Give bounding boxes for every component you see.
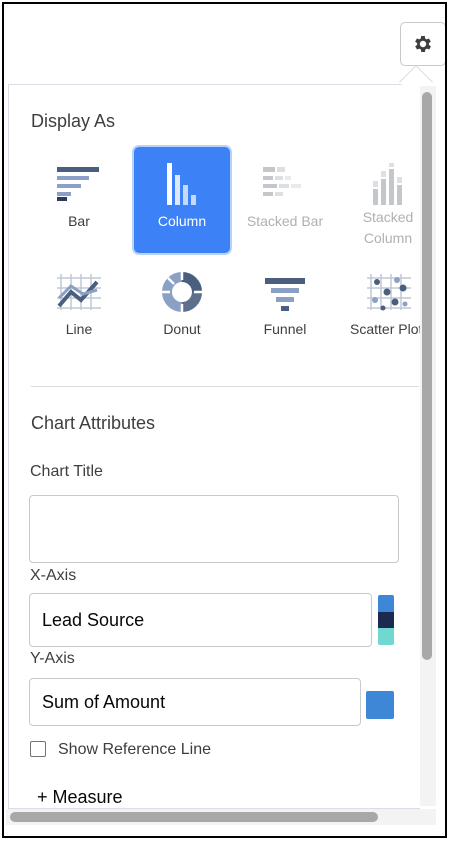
- color-swatch: [378, 611, 394, 629]
- y-axis-label: Y-Axis: [30, 650, 75, 667]
- chart-type-label: Donut: [163, 321, 201, 337]
- chart-title-label: Chart Title: [30, 463, 103, 480]
- chart-settings-window: Display As Bar Column Stacked Bar Stacke…: [2, 2, 447, 838]
- y-axis-input[interactable]: [29, 678, 361, 726]
- chart-type-column[interactable]: Column: [134, 147, 230, 253]
- color-swatch: [378, 595, 394, 612]
- x-axis-input[interactable]: [29, 593, 372, 647]
- section-divider: [31, 386, 419, 387]
- chart-type-funnel[interactable]: Funnel: [237, 263, 333, 369]
- settings-gear-button[interactable]: [400, 22, 445, 66]
- chart-type-label: Stacked Bar: [246, 213, 324, 229]
- y-axis-color-picker[interactable]: [366, 691, 394, 719]
- chart-type-line[interactable]: Line: [31, 263, 127, 369]
- funnel-chart-icon: [262, 269, 308, 315]
- scatter-plot-icon: [366, 269, 412, 315]
- chart-type-donut[interactable]: Donut: [134, 263, 230, 369]
- show-reference-line-checkbox[interactable]: [30, 741, 46, 757]
- vertical-scrollbar-thumb[interactable]: [422, 92, 432, 660]
- stacked-column-chart-icon: [365, 161, 411, 207]
- chart-type-label: Column: [157, 213, 207, 229]
- column-chart-icon: [159, 161, 205, 207]
- chart-settings-panel: Display As Bar Column Stacked Bar Stacke…: [8, 84, 420, 809]
- chart-type-label: Bar: [68, 213, 90, 229]
- chart-type-scatter-plot[interactable]: Scatter Plot: [340, 263, 420, 369]
- bar-chart-icon: [56, 161, 102, 207]
- chart-type-label: Stacked Column: [362, 209, 414, 246]
- chart-type-stacked-bar: Stacked Bar: [237, 147, 333, 253]
- x-axis-label: X-Axis: [30, 567, 77, 584]
- chart-type-stacked-column: Stacked Column: [340, 147, 420, 253]
- chart-type-label: Line: [65, 321, 93, 337]
- chart-type-bar[interactable]: Bar: [31, 147, 127, 253]
- chart-type-label: Scatter Plot: [350, 321, 420, 337]
- chart-attributes-heading: Chart Attributes: [31, 413, 156, 433]
- color-swatch: [378, 628, 394, 645]
- chart-type-label: Funnel: [263, 321, 307, 337]
- stacked-bar-chart-icon: [262, 161, 308, 207]
- chart-title-input[interactable]: [29, 495, 399, 563]
- show-reference-line-label: Show Reference Line: [58, 741, 211, 758]
- horizontal-scrollbar-thumb[interactable]: [10, 812, 378, 822]
- gear-icon: [415, 36, 431, 52]
- x-axis-color-picker[interactable]: [378, 595, 394, 645]
- display-as-heading: Display As: [31, 111, 116, 131]
- line-chart-icon: [56, 269, 102, 315]
- donut-chart-icon: [159, 269, 205, 315]
- add-measure-button[interactable]: + Measure: [37, 787, 123, 808]
